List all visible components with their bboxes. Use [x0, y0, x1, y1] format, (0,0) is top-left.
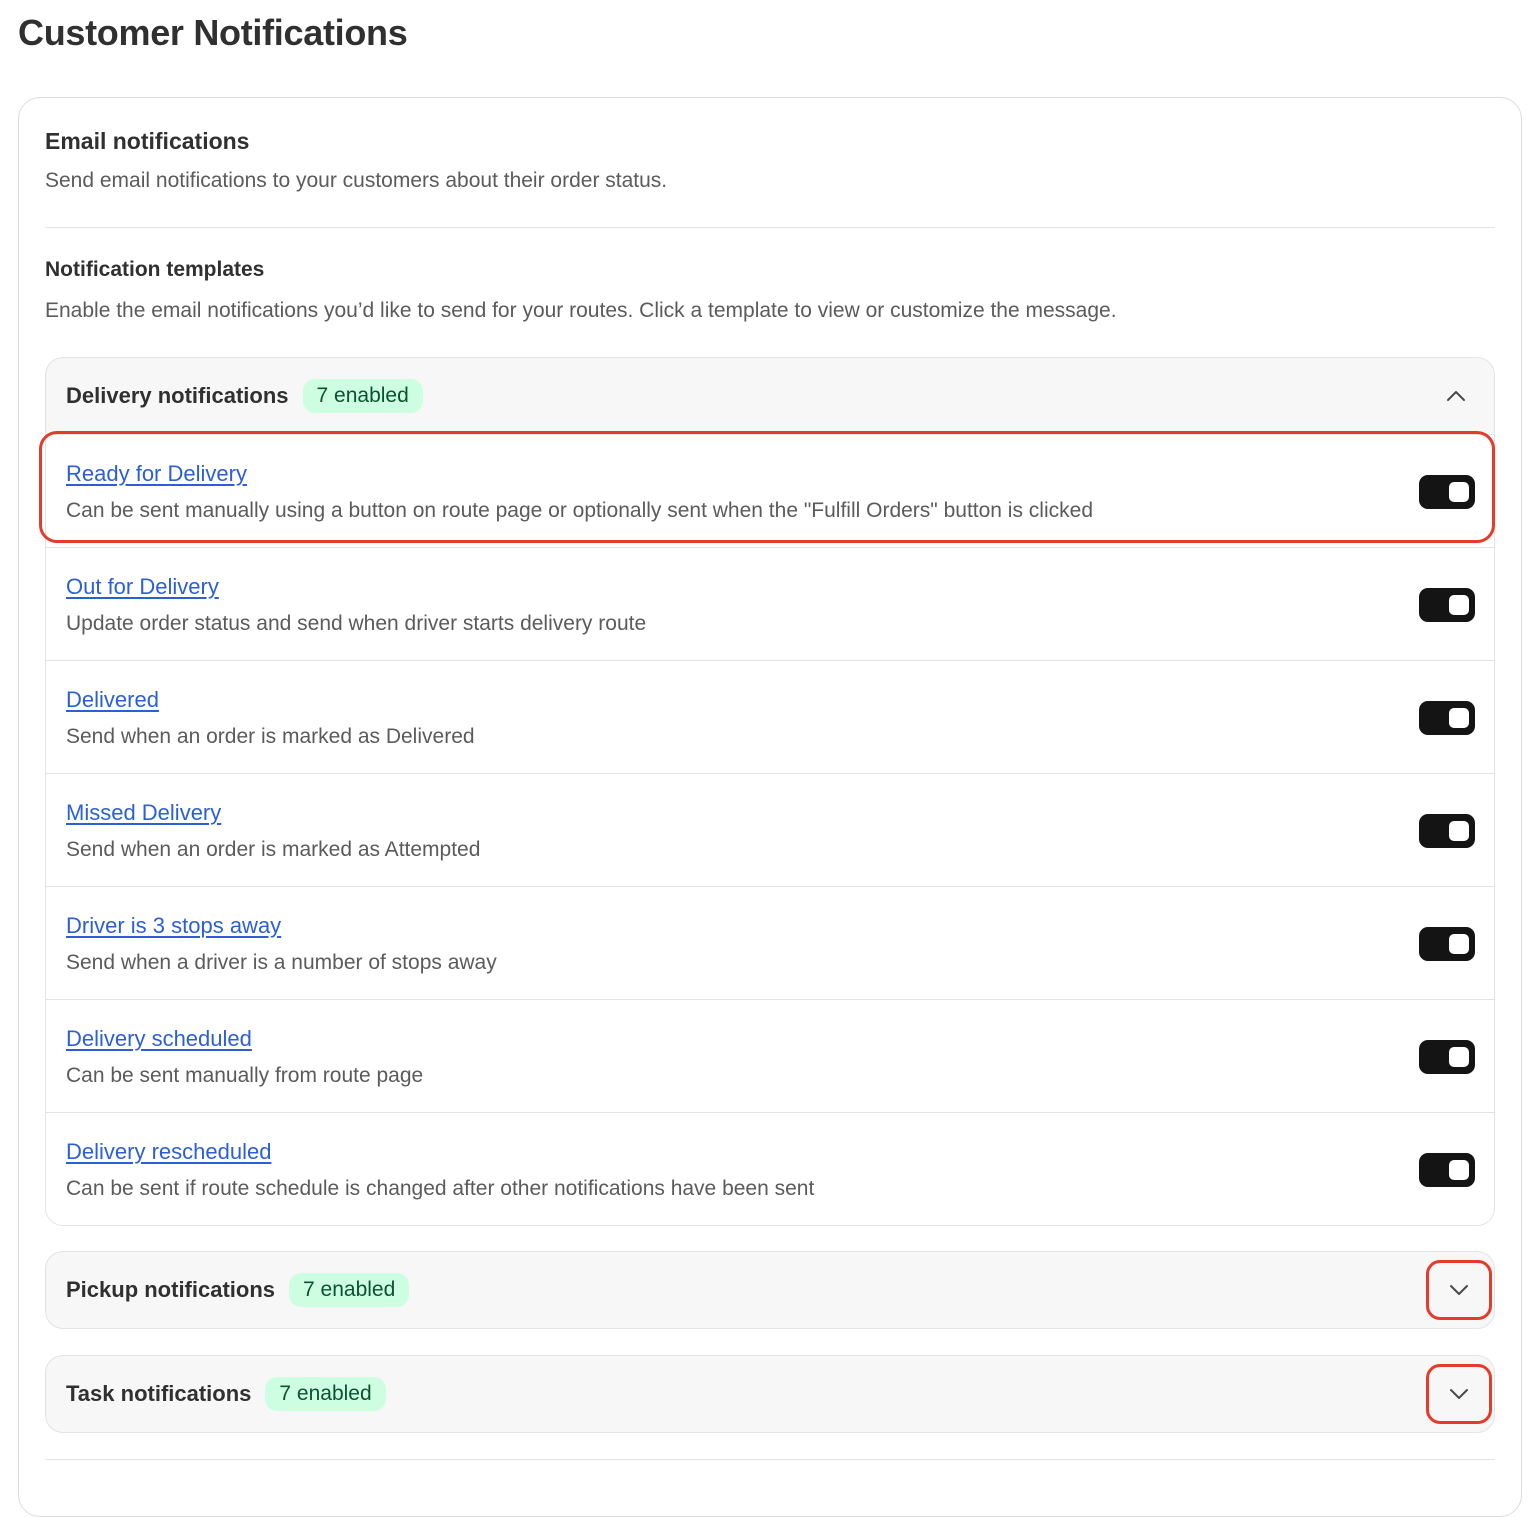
- template-description: Send when an order is marked as Attempte…: [66, 838, 481, 861]
- section-divider: [45, 1459, 1495, 1460]
- template-link[interactable]: Missed Delivery: [66, 800, 221, 826]
- template-description: Can be sent if route schedule is changed…: [66, 1177, 815, 1200]
- template-toggle[interactable]: [1419, 814, 1475, 848]
- templates-section-title: Notification templates: [45, 258, 265, 281]
- template-row-ready-for-delivery: Ready for Delivery Can be sent manually …: [46, 434, 1494, 547]
- delivery-group-header[interactable]: Delivery notifications 7 enabled: [46, 358, 1494, 434]
- template-link[interactable]: Delivered: [66, 687, 159, 713]
- template-toggle[interactable]: [1419, 927, 1475, 961]
- delivery-notifications-group: Delivery notifications 7 enabled Ready f…: [45, 357, 1495, 1226]
- toggle-knob: [1449, 934, 1469, 954]
- task-group-header[interactable]: Task notifications 7 enabled: [46, 1356, 1494, 1432]
- toggle-knob: [1449, 708, 1469, 728]
- template-row-delivery-rescheduled: Delivery rescheduled Can be sent if rout…: [46, 1112, 1494, 1225]
- toggle-knob: [1449, 595, 1469, 615]
- template-description: Can be sent manually using a button on r…: [66, 499, 1094, 522]
- template-row-missed-delivery: Missed Delivery Send when an order is ma…: [46, 773, 1494, 886]
- task-group-title: Task notifications: [66, 1381, 252, 1406]
- template-row-out-for-delivery: Out for Delivery Update order status and…: [46, 547, 1494, 660]
- template-description: Send when a driver is a number of stops …: [66, 951, 497, 974]
- toggle-knob: [1449, 1160, 1469, 1180]
- pickup-group-title: Pickup notifications: [66, 1277, 276, 1302]
- template-description: Send when an order is marked as Delivere…: [66, 725, 475, 748]
- template-row-delivery-scheduled: Delivery scheduled Can be sent manually …: [46, 999, 1494, 1112]
- pickup-group-header[interactable]: Pickup notifications 7 enabled: [46, 1252, 1494, 1328]
- toggle-knob: [1449, 482, 1469, 502]
- delivery-template-list: Ready for Delivery Can be sent manually …: [46, 434, 1494, 1225]
- pickup-notifications-group: Pickup notifications 7 enabled: [45, 1251, 1495, 1329]
- template-link[interactable]: Delivery rescheduled: [66, 1139, 271, 1165]
- template-description: Can be sent manually from route page: [66, 1064, 424, 1087]
- template-row-delivered: Delivered Send when an order is marked a…: [46, 660, 1494, 773]
- task-enabled-badge: 7 enabled: [265, 1377, 386, 1411]
- toggle-knob: [1449, 821, 1469, 841]
- email-notifications-card: Email notifications Send email notificat…: [18, 97, 1522, 1517]
- template-link[interactable]: Delivery scheduled: [66, 1026, 252, 1052]
- chevron-up-icon[interactable]: [1438, 378, 1474, 414]
- delivery-group-title: Delivery notifications: [66, 383, 289, 408]
- toggle-knob: [1449, 1047, 1469, 1067]
- template-link[interactable]: Ready for Delivery: [66, 461, 247, 487]
- delivery-enabled-badge: 7 enabled: [302, 379, 423, 413]
- email-section-title: Email notifications: [45, 128, 250, 154]
- template-toggle[interactable]: [1419, 475, 1475, 509]
- template-link[interactable]: Driver is 3 stops away: [66, 913, 281, 939]
- page-title: Customer Notifications: [18, 12, 408, 53]
- template-toggle[interactable]: [1419, 1040, 1475, 1074]
- template-toggle[interactable]: [1419, 588, 1475, 622]
- templates-section-description: Enable the email notifications you’d lik…: [45, 299, 1117, 322]
- email-section-description: Send email notifications to your custome…: [45, 169, 668, 192]
- chevron-down-icon[interactable]: [1426, 1364, 1492, 1424]
- template-row-driver-stops-away: Driver is 3 stops away Send when a drive…: [46, 886, 1494, 999]
- task-notifications-group: Task notifications 7 enabled: [45, 1355, 1495, 1433]
- template-description: Update order status and send when driver…: [66, 612, 647, 635]
- chevron-down-icon[interactable]: [1426, 1260, 1492, 1320]
- template-toggle[interactable]: [1419, 1153, 1475, 1187]
- template-link[interactable]: Out for Delivery: [66, 574, 219, 600]
- section-divider: [45, 227, 1495, 228]
- pickup-enabled-badge: 7 enabled: [289, 1273, 410, 1307]
- template-toggle[interactable]: [1419, 701, 1475, 735]
